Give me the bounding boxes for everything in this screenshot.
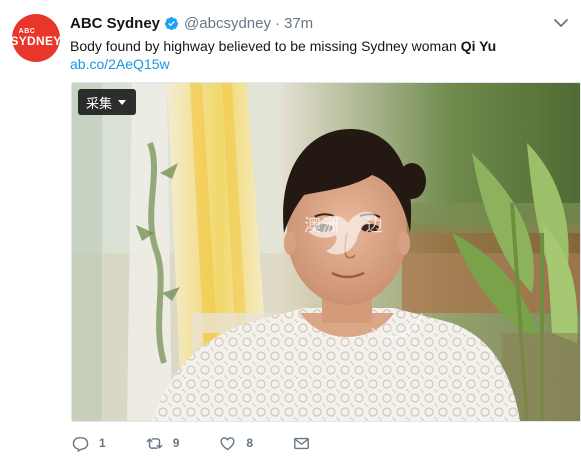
heart-icon: [220, 436, 235, 450]
chevron-down-icon[interactable]: [553, 17, 569, 29]
retweet-count: 9: [172, 436, 180, 450]
envelope-icon: [294, 437, 309, 449]
tweet-text-body: Body found by highway believed to be mis…: [70, 38, 461, 54]
like-count: 8: [246, 436, 254, 450]
collect-label: 采集: [86, 96, 113, 112]
like-button[interactable]: 8: [219, 435, 253, 452]
watermark-text: 澳洲 边: [304, 216, 384, 236]
avatar-sydney-text: SYDNEY: [12, 34, 60, 48]
reply-button[interactable]: 1: [72, 435, 106, 452]
collect-button[interactable]: 采集: [78, 89, 137, 115]
tweet-actions: 1 9 8: [72, 432, 360, 454]
tweet-text-bold: Qi Yu: [460, 38, 497, 54]
tweet-header: ABC Sydney @abcsydney · 37m: [70, 12, 571, 34]
retweet-button[interactable]: 9: [146, 435, 180, 452]
tweet-text: Body found by highway believed to be mis…: [70, 36, 571, 56]
tweet-timestamp[interactable]: 37m: [284, 15, 313, 32]
media-photo[interactable]: 采集 澳洲 边: [71, 82, 581, 422]
tweet-card[interactable]: ABC SYDNEY ABC Sydney @abcsydney · 37m B…: [0, 0, 581, 459]
author-name[interactable]: ABC Sydney: [70, 15, 160, 32]
tweet-link[interactable]: ab.co/2AeQ15w: [70, 54, 170, 74]
avatar[interactable]: ABC SYDNEY: [12, 14, 60, 62]
retweet-icon: [146, 437, 163, 449]
photo-illustration: [72, 83, 580, 421]
direct-message-button[interactable]: [293, 435, 320, 452]
author-handle[interactable]: @abcsydney: [184, 15, 271, 32]
verified-badge-icon: [164, 16, 179, 30]
reply-count: 1: [99, 436, 106, 450]
reply-icon: [72, 436, 89, 452]
dropdown-triangle-icon: [118, 99, 127, 105]
separator-dot: ·: [274, 14, 280, 32]
